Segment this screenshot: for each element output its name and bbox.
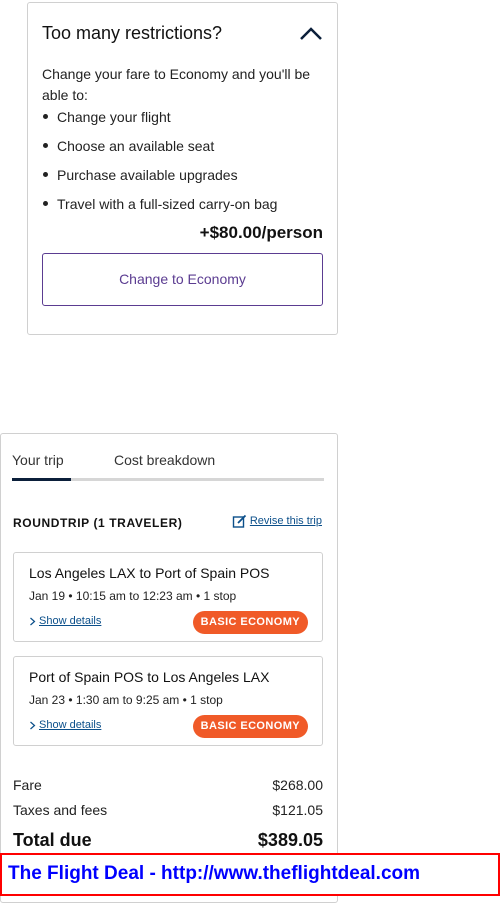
flight-leg-outbound: Los Angeles LAX to Port of Spain POS Jan… [13,552,323,642]
fare-upsell-card: Too many restrictions? Change your fare … [27,2,338,335]
trip-summary-card: Your trip Cost breakdown ROUNDTRIP (1 TR… [0,433,338,903]
taxes-row: Taxes and fees $121.05 [13,802,323,818]
fare-value: $268.00 [272,777,323,793]
trip-heading: ROUNDTRIP (1 TRAVELER) [13,516,183,530]
benefit-item: Change your flight [42,104,277,133]
leg-route: Port of Spain POS to Los Angeles LAX [29,669,270,685]
fare-class-badge: BASIC ECONOMY [192,715,308,738]
benefit-list: Change your flight Choose an available s… [42,104,277,220]
upsell-title: Too many restrictions? [42,23,223,43]
tab-your-trip[interactable]: Your trip [12,452,64,468]
total-row: Total due $389.05 [13,830,323,851]
chevron-up-icon[interactable] [299,25,323,41]
benefit-item: Choose an available seat [42,133,277,162]
change-to-economy-button[interactable]: Change to Economy [42,253,323,306]
chevron-right-icon [30,617,36,626]
total-value: $389.05 [257,830,323,850]
benefit-item: Travel with a full-sized carry-on bag [42,191,277,220]
edit-icon[interactable] [232,514,247,529]
tab-cost-breakdown[interactable]: Cost breakdown [114,452,215,468]
revise-trip-link[interactable]: Revise this trip [250,515,322,527]
upgrade-price: +$80.00/person [199,223,323,242]
fare-class-badge: BASIC ECONOMY [192,611,308,634]
benefit-item: Purchase available upgrades [42,162,277,191]
tab-indicator [12,478,324,481]
total-label: Total due [13,830,92,850]
leg-times: Jan 23 • 1:30 am to 9:25 am • 1 stop [29,693,223,707]
upsell-intro: Change your fare to Economy and you'll b… [42,66,311,103]
show-details-link[interactable]: Show details [39,719,101,731]
watermark-banner: The Flight Deal - http://www.theflightde… [0,853,500,896]
flight-leg-return: Port of Spain POS to Los Angeles LAX Jan… [13,656,323,746]
fare-label: Fare [13,777,42,793]
fare-row: Fare $268.00 [13,777,323,793]
show-details-link[interactable]: Show details [39,615,101,627]
chevron-right-icon [30,721,36,730]
taxes-value: $121.05 [272,802,323,818]
leg-route: Los Angeles LAX to Port of Spain POS [29,565,270,581]
leg-times: Jan 19 • 10:15 am to 12:23 am • 1 stop [29,589,237,603]
taxes-label: Taxes and fees [13,802,108,818]
